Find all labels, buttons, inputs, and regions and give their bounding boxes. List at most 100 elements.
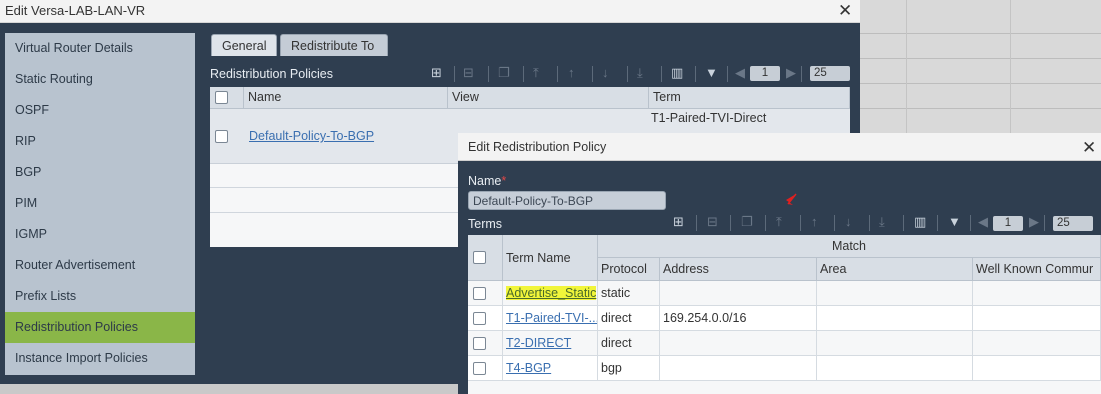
address-cell bbox=[660, 281, 817, 306]
community-cell bbox=[973, 331, 1101, 356]
sidebar-item-instance-import-policies[interactable]: Instance Import Policies bbox=[5, 343, 195, 374]
move-down-icon[interactable]: ↓ bbox=[845, 215, 852, 228]
sidebar-item-static-routing[interactable]: Static Routing bbox=[5, 64, 195, 95]
copy-icon[interactable]: ❐ bbox=[498, 66, 510, 79]
tab-redistribute-to[interactable]: Redistribute To bbox=[280, 34, 388, 56]
toolbar-divider bbox=[765, 215, 766, 231]
sidebar-item-igmp[interactable]: IGMP bbox=[5, 219, 195, 250]
protocol-cell: static bbox=[598, 281, 660, 306]
community-cell bbox=[973, 306, 1101, 331]
column-header-area[interactable]: Area bbox=[817, 258, 973, 281]
toolbar-divider bbox=[557, 66, 558, 82]
select-all-checkbox[interactable] bbox=[473, 251, 486, 264]
move-up-icon[interactable]: ↑ bbox=[811, 215, 818, 228]
sidebar-item-virtual-router-details[interactable]: Virtual Router Details bbox=[5, 33, 195, 64]
toolbar-divider bbox=[869, 215, 870, 231]
move-bottom-icon[interactable]: ⤓ bbox=[637, 66, 643, 79]
name-label: Name* bbox=[468, 174, 507, 188]
move-top-icon[interactable]: ⤒ bbox=[533, 66, 539, 79]
address-cell bbox=[660, 331, 817, 356]
table-row[interactable] bbox=[468, 306, 503, 331]
toolbar-divider bbox=[800, 215, 801, 231]
toolbar-divider bbox=[903, 215, 904, 231]
close-icon[interactable]: ✕ bbox=[1082, 139, 1096, 156]
column-header-address[interactable]: Address bbox=[660, 258, 817, 281]
move-down-icon[interactable]: ↓ bbox=[602, 66, 609, 79]
term-name-cell: T2-DIRECT bbox=[503, 331, 598, 356]
area-cell bbox=[817, 356, 973, 381]
tab-general[interactable]: General bbox=[211, 34, 277, 56]
sidebar-item-pim[interactable]: PIM bbox=[5, 188, 195, 219]
toolbar-divider bbox=[1044, 215, 1045, 231]
policy-name-link[interactable]: Default-Policy-To-BGP bbox=[249, 129, 374, 143]
row-checkbox[interactable] bbox=[473, 362, 486, 375]
page-size-input[interactable]: 25 bbox=[1053, 216, 1093, 231]
row-checkbox[interactable] bbox=[473, 312, 486, 325]
dialog-title: Edit Versa-LAB-LAN-VR bbox=[5, 3, 146, 18]
table-row[interactable] bbox=[468, 331, 503, 356]
sidebar-item-bgp[interactable]: BGP bbox=[5, 157, 195, 188]
column-header-protocol[interactable]: Protocol bbox=[598, 258, 660, 281]
area-cell bbox=[817, 331, 973, 356]
close-icon[interactable]: ✕ bbox=[838, 2, 852, 19]
filter-icon[interactable]: ▼ bbox=[948, 215, 961, 228]
row-checkbox[interactable] bbox=[473, 287, 486, 300]
columns-icon[interactable]: ▥ bbox=[914, 215, 926, 228]
term-name-cell: T1-Paired-TVI-... bbox=[503, 306, 598, 331]
address-cell bbox=[660, 356, 817, 381]
move-up-icon[interactable]: ↑ bbox=[568, 66, 575, 79]
row-checkbox[interactable] bbox=[215, 130, 228, 143]
toolbar-divider bbox=[627, 66, 628, 82]
column-group-match: Match bbox=[598, 235, 1101, 258]
filter-icon[interactable]: ▼ bbox=[705, 66, 718, 79]
protocol-cell: direct bbox=[598, 331, 660, 356]
policy-name-field[interactable]: Default-Policy-To-BGP bbox=[468, 191, 666, 210]
community-cell bbox=[973, 356, 1101, 381]
toolbar-divider bbox=[592, 66, 593, 82]
term-name-link[interactable]: T1-Paired-TVI-... bbox=[506, 311, 597, 325]
move-top-icon[interactable]: ⤒ bbox=[776, 215, 782, 228]
toolbar-divider bbox=[730, 215, 731, 231]
add-icon[interactable]: ⊞ bbox=[673, 215, 684, 228]
toolbar-divider bbox=[661, 66, 662, 82]
sidebar-item-prefix-lists[interactable]: Prefix Lists bbox=[5, 281, 195, 312]
prev-page-icon[interactable]: ◀ bbox=[978, 215, 988, 228]
area-cell bbox=[817, 306, 973, 331]
next-page-icon[interactable]: ▶ bbox=[1029, 215, 1039, 228]
edit-redistribution-policy-dialog: Edit Redistribution Policy ✕ Name* Defau… bbox=[458, 133, 1101, 394]
remove-icon[interactable]: ⊟ bbox=[707, 215, 718, 228]
section-title: Redistribution Policies bbox=[210, 67, 333, 81]
add-icon[interactable]: ⊞ bbox=[431, 66, 442, 79]
columns-icon[interactable]: ▥ bbox=[671, 66, 683, 79]
sidebar-item-redistribution-policies[interactable]: Redistribution Policies bbox=[5, 312, 195, 343]
prev-page-icon[interactable]: ◀ bbox=[735, 66, 745, 79]
row-checkbox[interactable] bbox=[473, 337, 486, 350]
toolbar-divider bbox=[727, 66, 728, 82]
page-number-input[interactable]: 1 bbox=[993, 216, 1023, 231]
column-header-name[interactable]: Name bbox=[244, 87, 448, 109]
move-bottom-icon[interactable]: ⤓ bbox=[879, 215, 885, 228]
column-header-term-name[interactable]: Term Name bbox=[503, 235, 598, 281]
column-header-view[interactable]: View bbox=[448, 87, 649, 109]
page-size-input[interactable]: 25 bbox=[810, 66, 850, 81]
toolbar-divider bbox=[454, 66, 455, 82]
column-header-term[interactable]: Term bbox=[649, 87, 850, 109]
term-name-link[interactable]: T2-DIRECT bbox=[506, 336, 571, 350]
select-all-checkbox[interactable] bbox=[215, 91, 228, 104]
table-row[interactable] bbox=[468, 281, 503, 306]
sidebar-item-ospf[interactable]: OSPF bbox=[5, 95, 195, 126]
table-row[interactable] bbox=[468, 356, 503, 381]
copy-icon[interactable]: ❐ bbox=[741, 215, 753, 228]
term-name-link[interactable]: Advertise_Static bbox=[506, 286, 597, 300]
sidebar-item-router-advertisement[interactable]: Router Advertisement bbox=[5, 250, 195, 281]
column-header-well-known-community[interactable]: Well Known Commur bbox=[973, 258, 1101, 281]
area-cell bbox=[817, 281, 973, 306]
toolbar-divider bbox=[834, 215, 835, 231]
toolbar-divider bbox=[523, 66, 524, 82]
page-number-input[interactable]: 1 bbox=[750, 66, 780, 81]
red-cursor-arrow-icon bbox=[786, 193, 797, 205]
remove-icon[interactable]: ⊟ bbox=[463, 66, 474, 79]
next-page-icon[interactable]: ▶ bbox=[786, 66, 796, 79]
sidebar-item-rip[interactable]: RIP bbox=[5, 126, 195, 157]
term-name-link[interactable]: T4-BGP bbox=[506, 361, 551, 375]
